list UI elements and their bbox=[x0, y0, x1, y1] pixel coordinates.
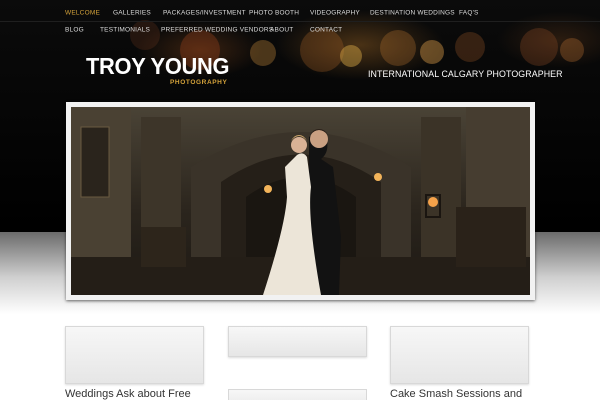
logo-subtitle: PHOTOGRAPHY bbox=[170, 79, 228, 86]
primary-nav: WELCOME GALLERIES PACKAGES/INVESTMENT PH… bbox=[0, 4, 600, 22]
hero-illustration bbox=[71, 107, 530, 295]
nav-photo-booth[interactable]: PHOTO BOOTH bbox=[249, 9, 299, 16]
nav-about[interactable]: ABOUT bbox=[270, 27, 293, 34]
nav-packages[interactable]: PACKAGES/INVESTMENT bbox=[163, 9, 246, 16]
hero-slideshow[interactable] bbox=[66, 102, 535, 300]
bokeh-light bbox=[340, 45, 362, 67]
bokeh-light bbox=[560, 38, 584, 62]
secondary-nav: BLOG TESTIMONIALS PREFERRED WEDDING VEND… bbox=[0, 23, 600, 37]
site-logo[interactable]: TROY YOUNG PHOTOGRAPHY bbox=[86, 55, 236, 91]
feature-box-middle[interactable] bbox=[228, 326, 367, 357]
nav-contact[interactable]: CONTACT bbox=[310, 27, 342, 34]
nav-galleries[interactable]: GALLERIES bbox=[113, 9, 151, 16]
bokeh-light bbox=[420, 40, 444, 64]
nav-welcome[interactable]: WELCOME bbox=[65, 9, 100, 16]
logo-name: TROY YOUNG bbox=[86, 53, 230, 79]
nav-preferred-vendors[interactable]: PREFERRED WEDDING VENDORS bbox=[161, 27, 273, 34]
nav-videography[interactable]: VIDEOGRAPHY bbox=[310, 9, 360, 16]
nav-destination-weddings[interactable]: DESTINATION WEDDINGS bbox=[370, 9, 455, 16]
feature-title-weddings[interactable]: Weddings Ask about Free bbox=[65, 388, 191, 400]
feature-box-weddings[interactable] bbox=[65, 326, 204, 384]
bokeh-light bbox=[250, 40, 276, 66]
site-tagline: INTERNATIONAL CALGARY PHOTOGRAPHER bbox=[368, 69, 563, 80]
feature-title-cake-smash[interactable]: Cake Smash Sessions and bbox=[390, 388, 522, 400]
wedding-couple-photo bbox=[71, 107, 530, 295]
feature-box-middle-lower[interactable] bbox=[228, 389, 367, 400]
nav-faqs[interactable]: FAQ'S bbox=[459, 9, 479, 16]
feature-box-cake-smash[interactable] bbox=[390, 326, 529, 384]
nav-testimonials[interactable]: TESTIMONIALS bbox=[100, 27, 150, 34]
nav-blog[interactable]: BLOG bbox=[65, 27, 84, 34]
